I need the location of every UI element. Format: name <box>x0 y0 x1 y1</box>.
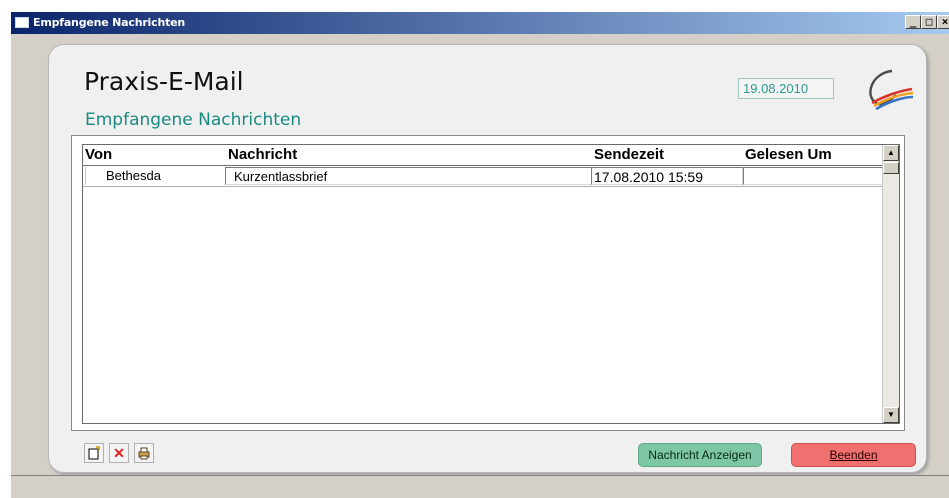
scroll-down-button[interactable]: ▼ <box>883 407 899 423</box>
exit-label: Beenden <box>829 448 878 462</box>
close-button[interactable]: × <box>937 15 949 29</box>
main-panel: Praxis-E-Mail Empfangene Nachrichten 19.… <box>48 44 927 473</box>
swoosh-logo-icon <box>869 69 914 111</box>
page-subtitle: Empfangene Nachrichten <box>85 110 302 130</box>
title-bar[interactable]: Empfangene Nachrichten _ □ × <box>11 12 949 34</box>
status-bar <box>11 475 949 498</box>
exit-button[interactable]: Beenden <box>791 443 916 467</box>
messages-group: Von Nachricht Sendezeit Gelesen Um Bethe… <box>71 135 905 431</box>
cell-nachricht[interactable]: Kurzentlassbrief <box>225 167 592 185</box>
delete-x-icon[interactable]: ✕ <box>109 443 129 463</box>
column-header-von[interactable]: Von <box>85 145 112 165</box>
maximize-button[interactable]: □ <box>921 15 937 29</box>
app-title: Praxis-E-Mail <box>84 67 244 96</box>
scroll-thumb[interactable] <box>883 162 899 174</box>
date-field: 19.08.2010 <box>738 78 834 99</box>
column-header-gelesen-um[interactable]: Gelesen Um <box>745 145 832 165</box>
cell-von[interactable]: Bethesda <box>85 167 223 185</box>
print-icon[interactable] <box>134 443 154 463</box>
column-header-sendezeit[interactable]: Sendezeit <box>594 145 664 165</box>
column-header-nachricht[interactable]: Nachricht <box>228 145 297 165</box>
cell-gelesen-um[interactable] <box>743 167 893 185</box>
table-row[interactable]: Bethesda Kurzentlassbrief 17.08.2010 15:… <box>83 166 893 187</box>
messages-table: Von Nachricht Sendezeit Gelesen Um Bethe… <box>82 144 900 424</box>
app-window: Empfangene Nachrichten _ □ × Praxis-E-Ma… <box>10 11 949 498</box>
window-title: Empfangene Nachrichten <box>33 16 186 29</box>
minimize-button[interactable]: _ <box>905 15 921 29</box>
cell-sendezeit[interactable]: 17.08.2010 15:59 <box>591 167 743 185</box>
vertical-scrollbar[interactable]: ▲ ▼ <box>882 145 899 423</box>
window-controls: _ □ × <box>905 15 949 29</box>
scroll-up-button[interactable]: ▲ <box>883 145 899 161</box>
window-icon <box>15 17 29 28</box>
new-document-icon[interactable] <box>84 443 104 463</box>
show-message-button[interactable]: Nachricht Anzeigen <box>638 443 762 467</box>
